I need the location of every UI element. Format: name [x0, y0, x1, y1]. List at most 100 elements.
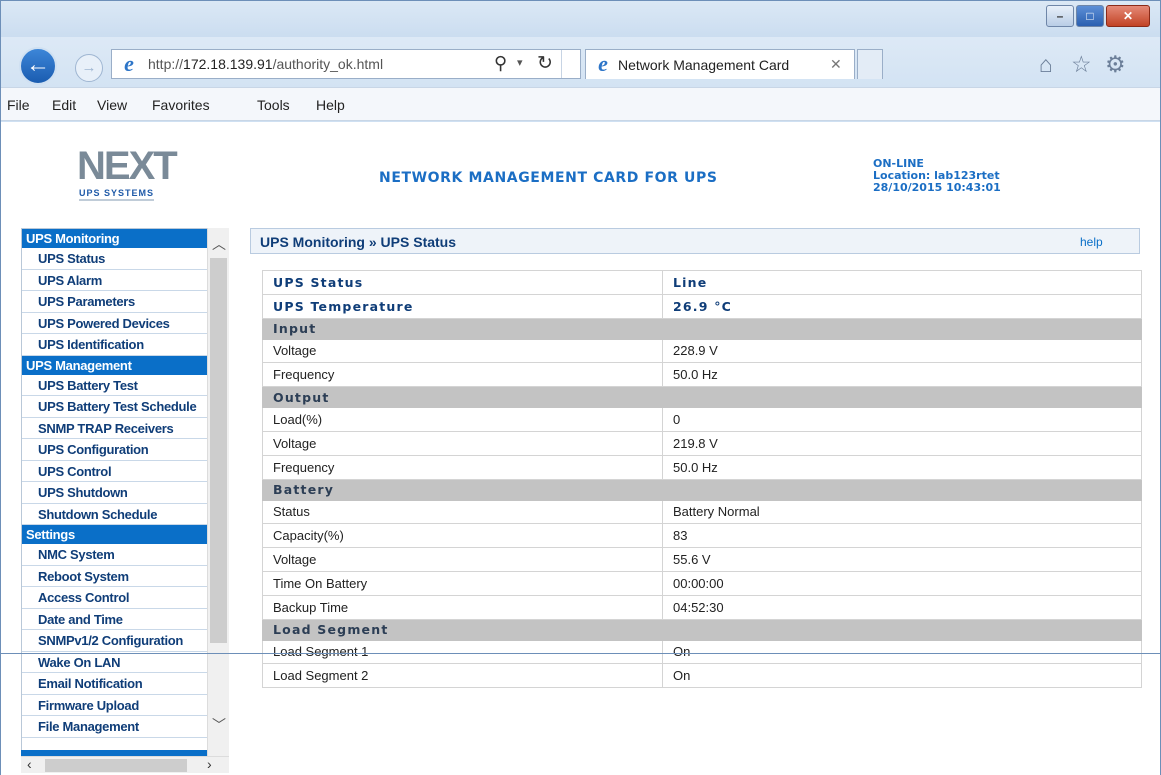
menu-help[interactable]: Help — [316, 97, 345, 113]
menu-favorites[interactable]: Favorites — [152, 97, 210, 113]
next-ups-logo: NEXT UPS SYSTEMS — [69, 144, 178, 201]
help-link[interactable]: help — [1080, 235, 1103, 249]
sidebar-item[interactable]: UPS Battery Test Schedule — [22, 396, 228, 418]
sidebar-item[interactable]: Email Notification — [22, 673, 228, 695]
tab-close-icon[interactable]: ✕ — [830, 56, 842, 73]
gear-icon[interactable]: ⚙ — [1105, 51, 1126, 78]
section-header-row: Input — [262, 317, 1142, 340]
breadcrumb-bar: UPS Monitoring » UPS Status help — [250, 228, 1140, 254]
row-label: Voltage — [262, 547, 663, 572]
section-header-row: Output — [262, 386, 1142, 409]
sidebar: UPS Monitoring UPS Status UPS Alarm UPS Par… — [21, 228, 229, 773]
close-button[interactable]: ✕ — [1106, 5, 1150, 27]
row-value: Battery Normal — [662, 499, 1142, 525]
home-icon[interactable]: ⌂ — [1039, 51, 1053, 78]
sidebar-item[interactable]: UPS Battery Test — [22, 375, 228, 396]
row-label: Voltage — [262, 338, 663, 364]
section-title: Load Segment — [262, 618, 1142, 641]
ie-icon: e — [124, 51, 134, 76]
maximize-button[interactable]: □ — [1076, 5, 1104, 27]
sidebar-item[interactable]: UPS Status — [22, 248, 228, 270]
row-value: On — [662, 639, 1142, 665]
scroll-thumb[interactable] — [210, 258, 227, 643]
tab-network-management-card[interactable]: e Network Management Card ✕ — [585, 49, 855, 79]
browser-window: – □ ✕ ← → e http://172.18.139.91/authori… — [0, 0, 1161, 775]
chevron-down-icon[interactable]: ▾ — [517, 56, 523, 69]
table-row: Load Segment 1 On — [262, 639, 1142, 665]
table-row: Frequency 50.0 Hz — [262, 362, 1142, 388]
table-row: Time On Battery 00:00:00 — [262, 570, 1142, 596]
chevron-up-icon[interactable]: ︿ — [212, 234, 226, 254]
menu-view[interactable]: View — [97, 97, 127, 113]
row-label: Frequency — [262, 362, 663, 388]
sidebar-item[interactable]: Date and Time — [22, 609, 228, 630]
sidebar-item[interactable]: UPS Configuration — [22, 439, 228, 461]
scroll-thumb[interactable] — [45, 759, 187, 772]
row-value: 26.9 °C — [662, 293, 1142, 319]
row-label: Time On Battery — [262, 570, 663, 596]
tab-label: Network Management Card — [618, 57, 790, 73]
table-row: Voltage 55.6 V — [262, 547, 1142, 572]
sidebar-item[interactable]: File Management — [22, 716, 228, 738]
sidebar-item[interactable]: Reboot System — [22, 566, 228, 587]
sidebar-group-header[interactable]: UPS Monitoring — [22, 229, 228, 248]
back-button[interactable]: ← — [19, 47, 57, 85]
menu-edit[interactable]: Edit — [52, 97, 76, 113]
sidebar-item[interactable]: UPS Alarm — [22, 270, 228, 291]
page-title: NETWORK MANAGEMENT CARD FOR UPS — [379, 170, 718, 186]
row-value: On — [662, 663, 1142, 689]
sidebar-item[interactable]: SNMPv1/2 Configuration — [22, 630, 228, 652]
table-row: UPS Temperature 26.9 °C — [262, 293, 1142, 319]
table-row: UPS Status Line — [262, 270, 1142, 295]
chevron-right-icon[interactable]: › — [207, 756, 212, 772]
sidebar-item[interactable]: Wake On LAN — [22, 652, 228, 673]
forward-button[interactable]: → — [75, 54, 103, 82]
section-header-row: Battery — [262, 478, 1142, 501]
status-block: ON-LINE Location: lab123rtet 28/10/2015 … — [873, 158, 1001, 194]
sidebar-list: UPS Monitoring UPS Status UPS Alarm UPS Par… — [22, 229, 228, 738]
row-value: Line — [662, 270, 1142, 295]
row-value: 50.0 Hz — [662, 454, 1142, 480]
sidebar-group-header[interactable]: UPS Management — [22, 355, 228, 375]
table-row: Voltage 228.9 V — [262, 338, 1142, 364]
menu-tools[interactable]: Tools — [257, 97, 290, 113]
section-title: Battery — [262, 478, 1142, 501]
star-icon[interactable]: ☆ — [1071, 51, 1092, 78]
minimize-button[interactable]: – — [1046, 5, 1074, 27]
sidebar-item[interactable]: UPS Shutdown — [22, 482, 228, 504]
table-row: Load Segment 2 On — [262, 663, 1142, 689]
search-icon[interactable]: ⚲ — [494, 53, 507, 74]
row-value: 0 — [662, 407, 1142, 432]
navigation-bar: ← → e http://172.18.139.91/authority_ok.… — [1, 37, 1160, 87]
window-bottom-edge — [1, 653, 1160, 654]
sidebar-item[interactable]: NMC System — [22, 544, 228, 566]
page-header: NEXT UPS SYSTEMS NETWORK MANAGEMENT CARD… — [1, 122, 1160, 212]
menu-file[interactable]: File — [7, 97, 30, 113]
table-row: Backup Time 04:52:30 — [262, 594, 1142, 620]
row-value: 83 — [662, 523, 1142, 549]
sidebar-item[interactable]: UPS Control — [22, 461, 228, 482]
row-label: Load(%) — [262, 407, 663, 432]
sidebar-vertical-scrollbar[interactable]: ︿ ﹀ — [207, 228, 229, 756]
row-label: Load Segment 1 — [262, 639, 663, 665]
sidebar-item[interactable]: Firmware Upload — [22, 695, 228, 716]
row-value: 55.6 V — [662, 547, 1142, 572]
row-label: Backup Time — [262, 594, 663, 620]
refresh-icon[interactable]: ↻ — [537, 52, 553, 75]
sidebar-horizontal-scrollbar[interactable]: ‹ › — [21, 756, 229, 773]
sidebar-item[interactable]: SNMP TRAP Receivers — [22, 418, 228, 439]
new-tab-button[interactable] — [857, 49, 883, 79]
sidebar-group-header[interactable]: Settings — [22, 525, 228, 544]
address-bar[interactable]: e http://172.18.139.91/authority_ok.html… — [111, 49, 581, 79]
sidebar-item[interactable]: UPS Powered Devices — [22, 313, 228, 334]
sidebar-item[interactable]: UPS Identification — [22, 334, 228, 356]
breadcrumb: UPS Monitoring » UPS Status — [260, 234, 457, 250]
table-row: Load(%) 0 — [262, 407, 1142, 432]
row-value: 00:00:00 — [662, 570, 1142, 596]
sidebar-item[interactable]: UPS Parameters — [22, 291, 228, 313]
sidebar-item[interactable]: Shutdown Schedule — [22, 504, 228, 525]
sidebar-item[interactable]: Access Control — [22, 587, 228, 609]
chevron-down-icon[interactable]: ﹀ — [212, 715, 226, 735]
chevron-left-icon[interactable]: ‹ — [27, 756, 32, 772]
logo-subtitle: UPS SYSTEMS — [79, 188, 155, 201]
